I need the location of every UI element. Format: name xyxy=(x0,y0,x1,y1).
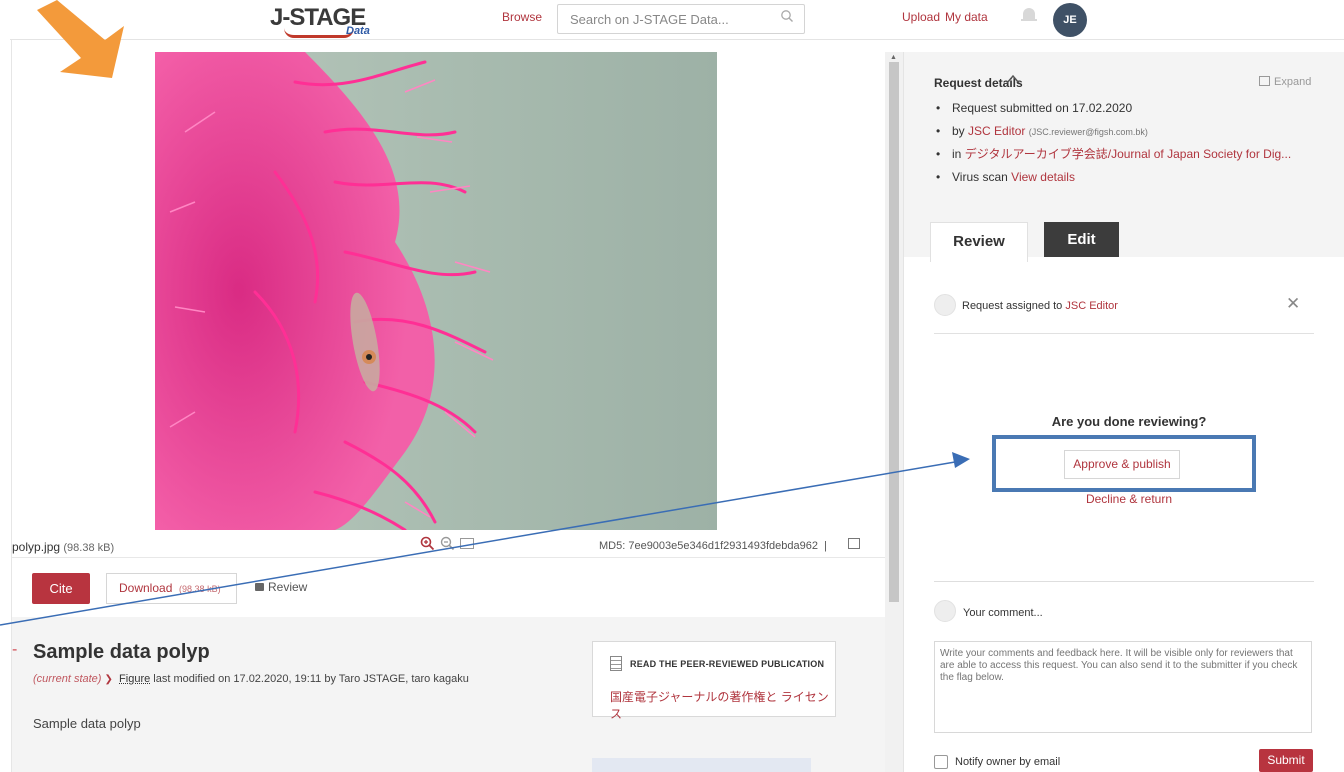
document-icon xyxy=(610,656,622,671)
list-item: by JSC Editor (JSC.reviewer@figsh.com.bk… xyxy=(934,125,1334,148)
item-title: Sample data polyp xyxy=(33,641,210,663)
collapse-toggle[interactable]: - xyxy=(12,641,17,659)
chevron-down-icon[interactable]: ❯ xyxy=(105,674,113,685)
download-button[interactable]: Download (98.38 kB) xyxy=(106,573,237,604)
scroll-up-icon[interactable]: ▲ xyxy=(890,54,897,61)
search-placeholder: Search on J-STAGE Data... xyxy=(570,12,729,27)
modified-text: last modified on 17.02.2020, 19:11 by Ta… xyxy=(153,673,469,685)
expand-icon xyxy=(1259,76,1270,86)
user-icon xyxy=(934,600,956,622)
zoom-out-icon[interactable] xyxy=(440,536,455,555)
highlight-annotation-box xyxy=(992,435,1256,492)
assignee-link[interactable]: JSC Editor xyxy=(1065,300,1118,312)
virus-details-link[interactable]: View details xyxy=(1011,170,1075,184)
download-size: (98.38 kB) xyxy=(179,584,221,594)
chevron-up-icon[interactable] xyxy=(1005,73,1021,88)
browse-link[interactable]: Browse xyxy=(502,10,542,24)
tab-edit[interactable]: Edit xyxy=(1044,222,1119,257)
left-page-edge xyxy=(0,40,12,772)
upload-link[interactable]: Upload xyxy=(902,10,940,24)
state-selector[interactable]: (current state) xyxy=(33,673,101,685)
item-state-line: (current state) ❯ Figure last modified o… xyxy=(33,673,469,685)
preview-image xyxy=(155,52,717,530)
close-icon[interactable]: ✕ xyxy=(1286,294,1300,314)
zoom-in-icon[interactable] xyxy=(420,536,435,555)
notify-checkbox[interactable] xyxy=(934,755,948,769)
file-name: polyp.jpg (98.38 kB) xyxy=(12,540,115,554)
review-question: Are you done reviewing? xyxy=(1051,414,1207,429)
comment-field[interactable] xyxy=(934,641,1312,733)
logo-sub-text: Data xyxy=(346,25,370,37)
journal-link[interactable]: デジタルアーカイブ学会誌/Journal of Japan Society fo… xyxy=(965,147,1291,161)
expand-icon[interactable] xyxy=(848,538,860,549)
action-bar: Cite Download (98.38 kB) Review xyxy=(12,557,885,617)
publication-header: READ THE PEER-REVIEWED PUBLICATION xyxy=(630,659,825,669)
request-detail-list: Request submitted on 17.02.2020 by JSC E… xyxy=(934,102,1334,194)
list-item: in デジタルアーカイブ学会誌/Journal of Japan Society… xyxy=(934,148,1334,171)
review-sidebar: Request details Expand Request submitted… xyxy=(904,52,1344,772)
submitter-link[interactable]: JSC Editor xyxy=(968,124,1025,138)
lock-icon xyxy=(255,583,264,591)
content-scrollbar[interactable]: ▲ xyxy=(885,52,903,772)
item-type: Figure xyxy=(119,673,151,685)
review-status[interactable]: Review xyxy=(255,580,307,594)
cite-button[interactable]: Cite xyxy=(32,573,90,604)
publication-link[interactable]: 国産電子ジャーナルの著作権と ライセンス xyxy=(610,688,835,722)
bell-icon[interactable] xyxy=(1021,6,1037,24)
search-input[interactable]: Search on J-STAGE Data... xyxy=(557,4,805,34)
file-info-bar: polyp.jpg (98.38 kB) MD5: 7ee9003e5e346d… xyxy=(12,532,885,556)
file-size: (98.38 kB) xyxy=(63,542,115,554)
top-header: J-STAGE Data Browse Search on J-STAGE Da… xyxy=(10,0,1344,40)
submit-button[interactable]: Submit xyxy=(1259,749,1313,772)
fit-screen-icon[interactable] xyxy=(460,538,474,549)
expand-button[interactable]: Expand xyxy=(1259,76,1311,88)
md5-checksum: MD5: 7ee9003e5e346d1f2931493fdebda962 | xyxy=(599,540,827,552)
submitter-email: (JSC.reviewer@figsh.com.bk) xyxy=(1028,127,1148,137)
scrollbar-thumb[interactable] xyxy=(889,62,899,602)
divider xyxy=(934,581,1314,582)
jstage-logo[interactable]: J-STAGE Data xyxy=(270,4,380,38)
logo-swoosh xyxy=(284,28,354,38)
item-metadata: - Sample data polyp (current state) ❯ Fi… xyxy=(12,617,885,772)
search-icon[interactable] xyxy=(780,9,794,26)
list-item: Request submitted on 17.02.2020 xyxy=(934,102,1334,125)
user-avatar[interactable]: JE xyxy=(1053,3,1087,37)
publication-box[interactable]: READ THE PEER-REVIEWED PUBLICATION 国産電子ジ… xyxy=(592,641,836,721)
my-data-link[interactable]: My data xyxy=(945,10,988,24)
item-description: Sample data polyp xyxy=(33,716,141,731)
decline-return-link[interactable]: Decline & return xyxy=(904,492,1344,506)
list-item: Virus scan View details xyxy=(934,171,1334,194)
partial-box xyxy=(592,758,811,772)
tab-review[interactable]: Review xyxy=(930,222,1028,262)
user-icon xyxy=(934,294,956,316)
assignment-text: Request assigned to JSC Editor xyxy=(962,300,1118,312)
comment-label: Your comment... xyxy=(963,607,1043,619)
assignment-row: Request assigned to JSC Editor ✕ xyxy=(934,294,1314,334)
notify-label: Notify owner by email xyxy=(955,756,1061,768)
